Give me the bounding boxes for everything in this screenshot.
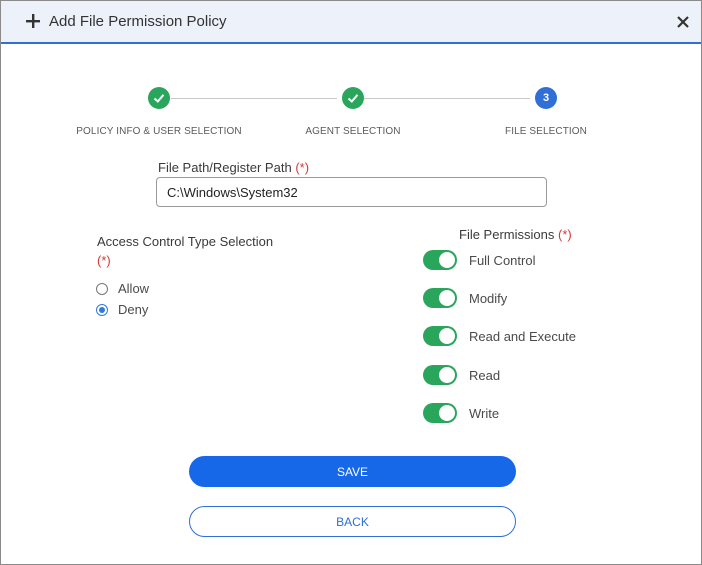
- full-control-label: Full Control: [469, 252, 536, 268]
- write-toggle[interactable]: [423, 403, 457, 423]
- radio-deny-circle[interactable]: [96, 303, 108, 316]
- radio-allow-label: Allow: [118, 281, 150, 296]
- radio-deny-label: Deny: [118, 302, 149, 317]
- step-3-label: FILE SELECTION: [505, 126, 587, 137]
- permission-modify: Modify: [423, 288, 507, 308]
- write-label: Write: [469, 405, 500, 421]
- stepper-connector-1: [171, 98, 337, 99]
- permission-read-and-execute: Read and Execute: [423, 326, 576, 346]
- modify-toggle[interactable]: [423, 288, 457, 308]
- permission-write: Write: [423, 403, 499, 423]
- step-3-number: 3: [542, 92, 550, 104]
- modify-label: Modify: [469, 290, 508, 306]
- step-2-indicator: [342, 87, 364, 109]
- step-1-label: POLICY INFO & USER SELECTION: [76, 126, 242, 137]
- file-path-label: File Path/Register Path (*): [158, 160, 309, 175]
- back-button[interactable]: BACK: [189, 506, 516, 537]
- radio-deny[interactable]: Deny: [96, 302, 148, 317]
- read-label: Read: [469, 367, 501, 383]
- required-marker: (*): [557, 227, 572, 242]
- dialog-header: Add File Permission Policy: [1, 1, 701, 44]
- plus-icon: [26, 14, 40, 28]
- save-button[interactable]: SAVE: [189, 456, 516, 487]
- check-icon: [347, 94, 359, 103]
- stepper-connector-2: [364, 98, 530, 99]
- read-and-execute-toggle[interactable]: [423, 326, 457, 346]
- file-path-label-text: File Path/Register Path: [158, 160, 292, 175]
- check-icon: [153, 94, 165, 103]
- close-icon[interactable]: [675, 14, 691, 30]
- file-permissions-label-text: File Permissions: [459, 227, 555, 242]
- dialog-title: Add File Permission Policy: [49, 13, 227, 30]
- read-and-execute-label: Read and Execute: [469, 328, 576, 344]
- add-file-permission-policy-dialog: Add File Permission Policy 3 POLICY INFO…: [0, 0, 702, 565]
- step-2-label: AGENT SELECTION: [305, 126, 401, 137]
- file-path-input[interactable]: [156, 177, 547, 207]
- full-control-toggle[interactable]: [423, 250, 457, 270]
- required-marker: (*): [295, 160, 310, 175]
- file-permissions-label: File Permissions (*): [459, 227, 572, 242]
- step-3-indicator: 3: [535, 87, 557, 109]
- required-marker: (*): [97, 253, 111, 268]
- access-control-label: Access Control Type Selection: [97, 234, 274, 249]
- radio-allow-circle[interactable]: [96, 282, 108, 295]
- read-toggle[interactable]: [423, 365, 457, 385]
- permission-read: Read: [423, 365, 500, 385]
- permission-full-control: Full Control: [423, 250, 535, 270]
- radio-allow[interactable]: Allow: [96, 281, 149, 296]
- step-1-indicator: [148, 87, 170, 109]
